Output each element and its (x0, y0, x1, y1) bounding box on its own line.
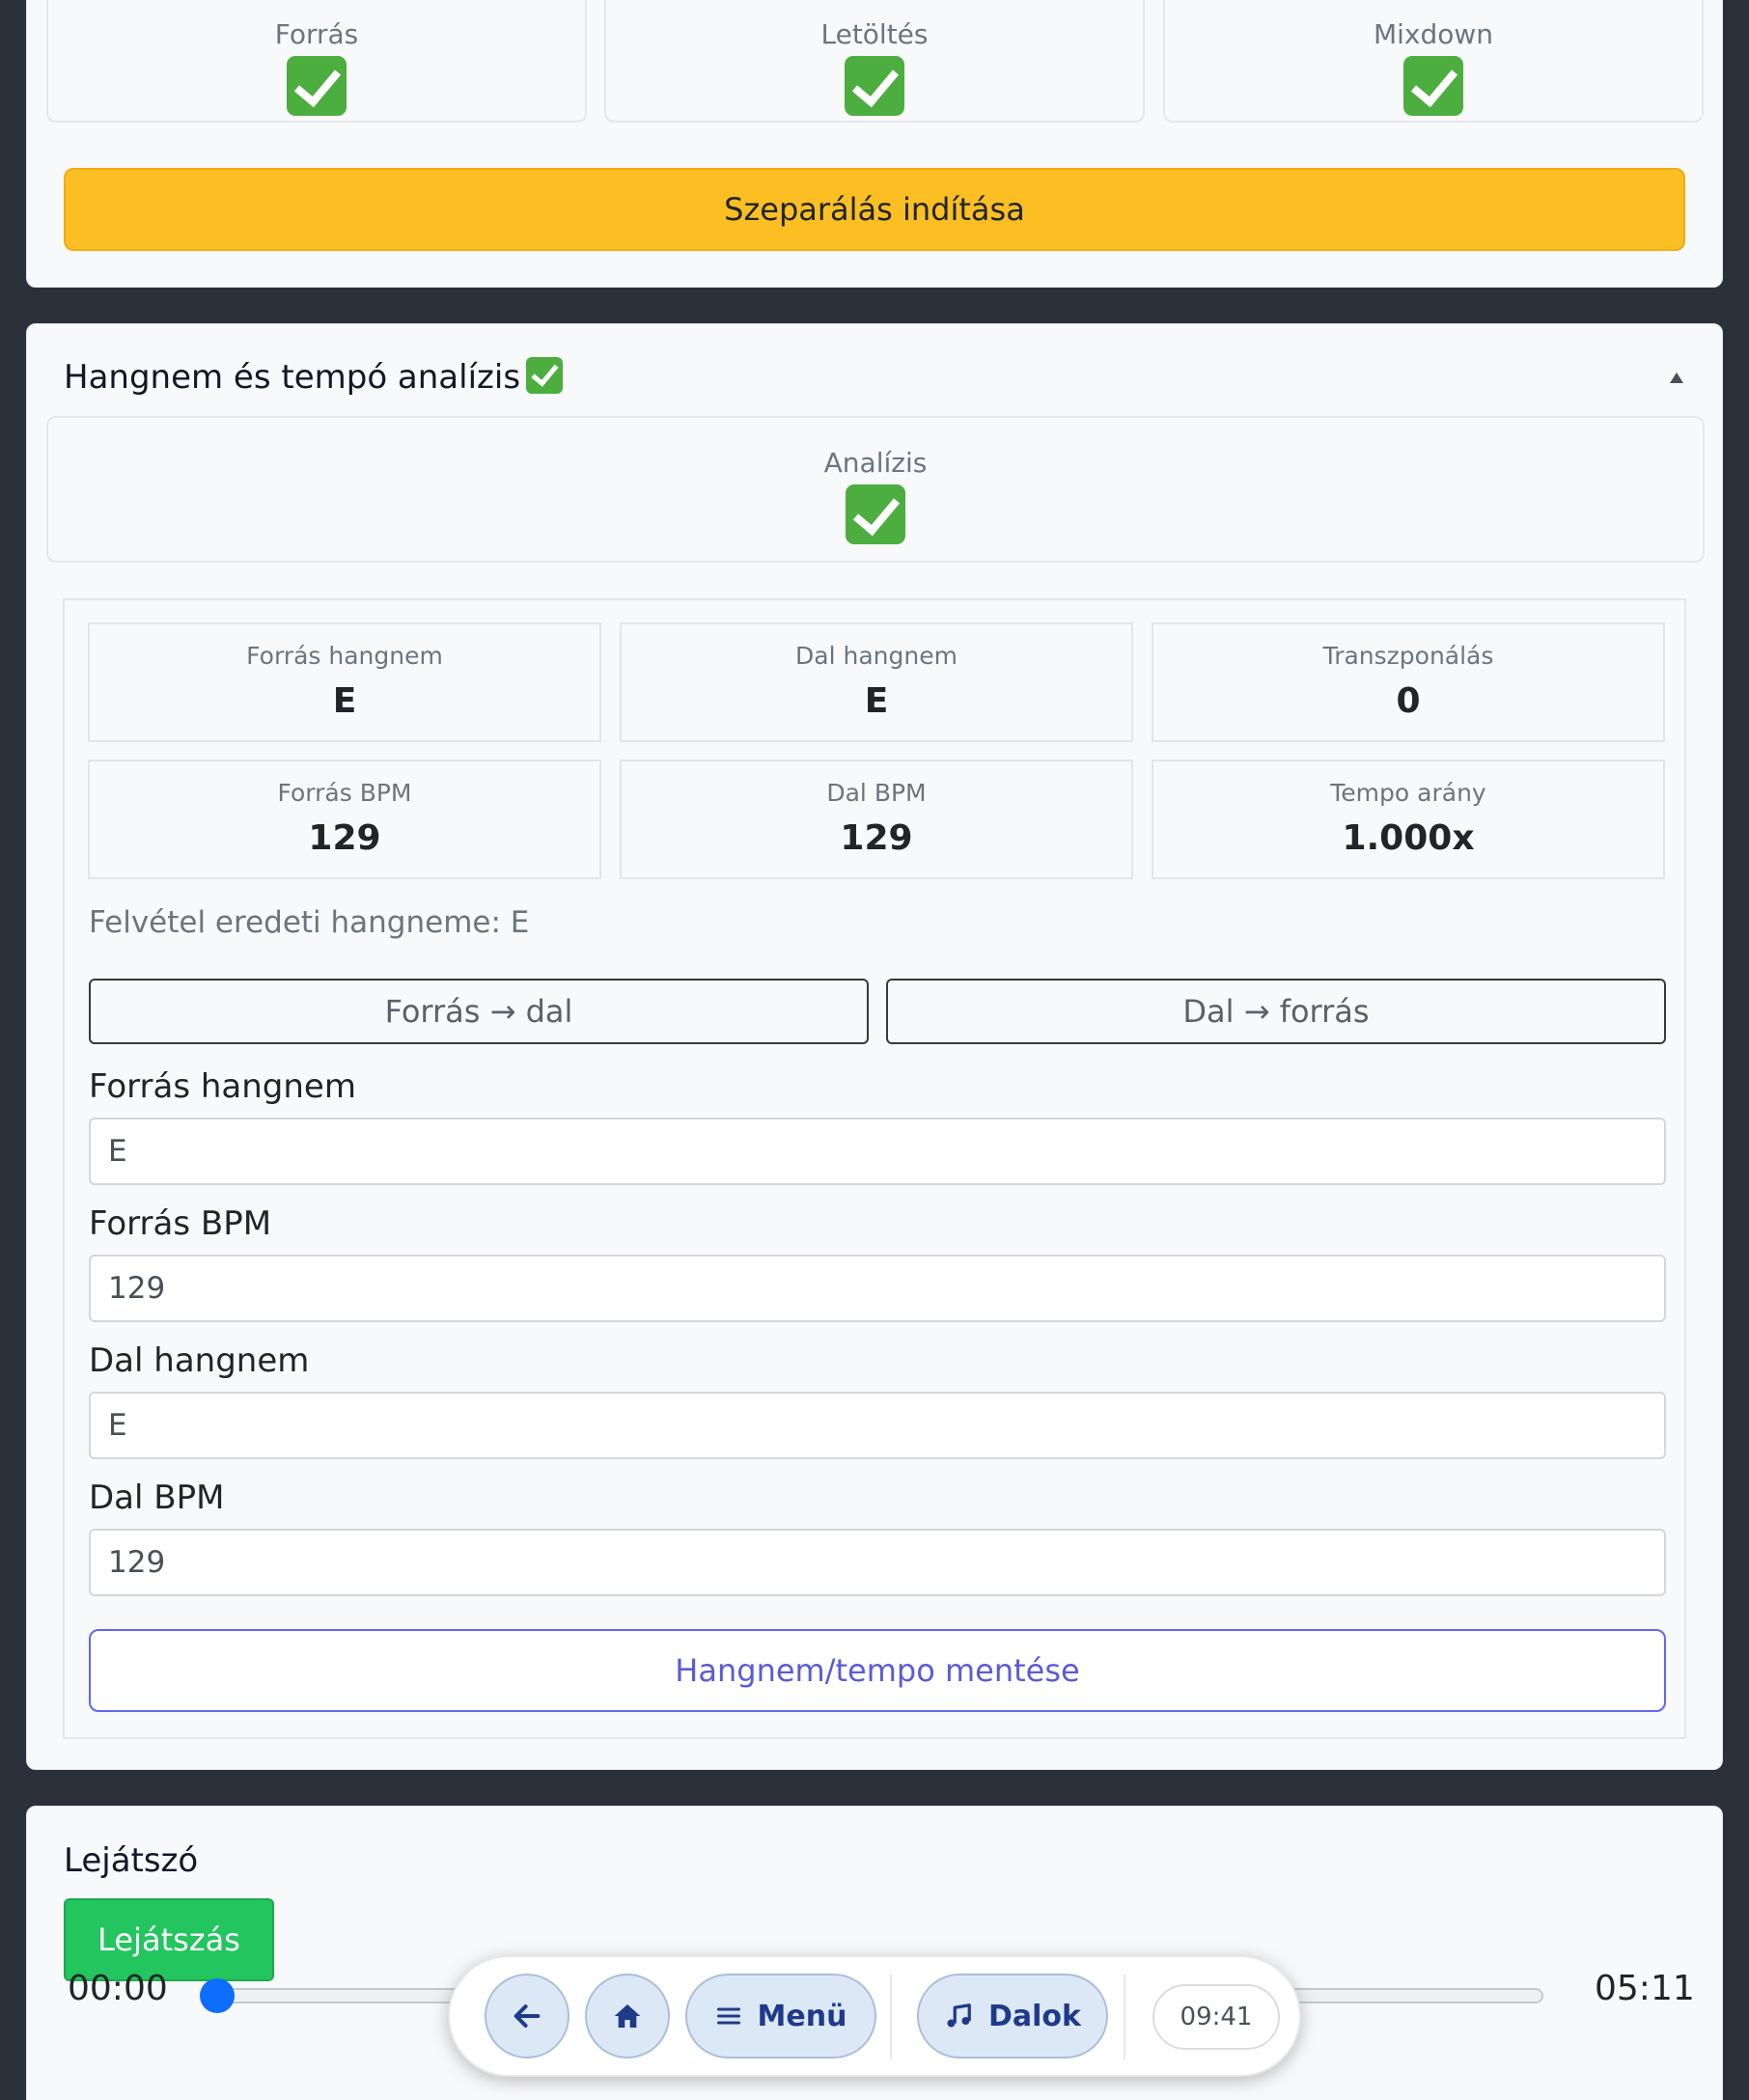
home-button[interactable] (585, 1974, 670, 2059)
check-icon (846, 484, 905, 544)
stat-value: E (332, 681, 357, 721)
current-time: 00:00 (68, 1969, 168, 2008)
section-title: Hangnem és tempó analízis (64, 357, 564, 397)
stat-transpose: Transzponálás 0 (1152, 622, 1665, 742)
stat-value: 129 (840, 818, 913, 858)
check-icon (287, 56, 347, 116)
status-step-download: Letöltés (604, 0, 1145, 123)
songs-button[interactable]: Dalok (917, 1974, 1108, 2059)
back-button[interactable] (485, 1974, 569, 2059)
source-bpm-input[interactable] (89, 1255, 1666, 1322)
player-title: Lejátszó (64, 1841, 199, 1880)
stat-value: E (864, 681, 889, 721)
step-label: Mixdown (1373, 18, 1494, 50)
seek-slider-thumb[interactable] (200, 1978, 235, 2013)
song-bpm-input[interactable] (89, 1529, 1666, 1596)
copy-source-to-song-button[interactable]: Forrás → dal (89, 979, 869, 1044)
nav-divider (890, 1975, 892, 2059)
step-label: Forrás (274, 18, 359, 50)
source-key-input[interactable] (89, 1118, 1666, 1185)
stat-source-key: Forrás hangnem E (88, 622, 601, 742)
section-title-text: Hangnem és tempó analízis (64, 358, 521, 397)
total-time: 05:11 (1595, 1969, 1695, 2008)
stat-label: Tempo arány (1330, 779, 1486, 807)
songs-label: Dalok (988, 1999, 1081, 2033)
stat-label: Forrás hangnem (246, 642, 443, 670)
status-step-analysis: Analízis (46, 416, 1705, 563)
floating-nav: Menü Dalok 09:41 (448, 1955, 1301, 2077)
menu-label: Menü (757, 1999, 847, 2033)
pipeline-card: Forrás Letöltés Mixdown Szeparálás indít… (26, 0, 1723, 288)
collapse-caret-icon[interactable] (1670, 373, 1683, 383)
source-bpm-label: Forrás BPM (89, 1204, 272, 1243)
save-key-tempo-button[interactable]: Hangnem/tempo mentése (89, 1629, 1666, 1712)
step-label: Analízis (823, 447, 928, 479)
hamburger-icon (716, 2007, 740, 2025)
step-label: Letöltés (820, 18, 929, 50)
stat-song-key: Dal hangnem E (620, 622, 1133, 742)
home-icon (614, 2004, 641, 2028)
arrow-left-icon (514, 2004, 541, 2028)
stat-song-bpm: Dal BPM 129 (620, 760, 1133, 879)
song-key-label: Dal hangnem (89, 1341, 310, 1380)
status-step-source: Forrás (46, 0, 587, 123)
check-icon (526, 357, 564, 394)
music-note-icon (947, 2003, 971, 2028)
analysis-panel: Forrás hangnem E Dal hangnem E Transzpon… (63, 598, 1686, 1739)
stat-label: Transzponálás (1322, 642, 1494, 670)
check-icon (1403, 56, 1463, 116)
source-key-label: Forrás hangnem (89, 1067, 356, 1106)
stat-label: Dal BPM (826, 779, 927, 807)
stat-value: 1.000x (1342, 818, 1475, 858)
clock: 09:41 (1152, 1984, 1280, 2050)
stat-source-bpm: Forrás BPM 129 (88, 760, 601, 879)
stat-value: 129 (308, 818, 381, 858)
copy-song-to-source-button[interactable]: Dal → forrás (886, 979, 1666, 1044)
stat-value: 0 (1396, 681, 1421, 721)
stat-label: Dal hangnem (795, 642, 958, 670)
menu-button[interactable]: Menü (685, 1974, 876, 2059)
original-key-note: Felvétel eredeti hangneme: E (89, 905, 530, 940)
song-key-input[interactable] (89, 1392, 1666, 1459)
song-bpm-label: Dal BPM (89, 1478, 225, 1517)
status-step-mixdown: Mixdown (1163, 0, 1704, 123)
nav-divider (1124, 1975, 1125, 2059)
stat-tempo-ratio: Tempo arány 1.000x (1152, 760, 1665, 879)
start-separation-button[interactable]: Szeparálás indítása (64, 168, 1685, 251)
key-tempo-analysis-card: Hangnem és tempó analízis Analízis Forrá… (26, 323, 1723, 1770)
stat-label: Forrás BPM (277, 779, 412, 807)
check-icon (845, 56, 904, 116)
